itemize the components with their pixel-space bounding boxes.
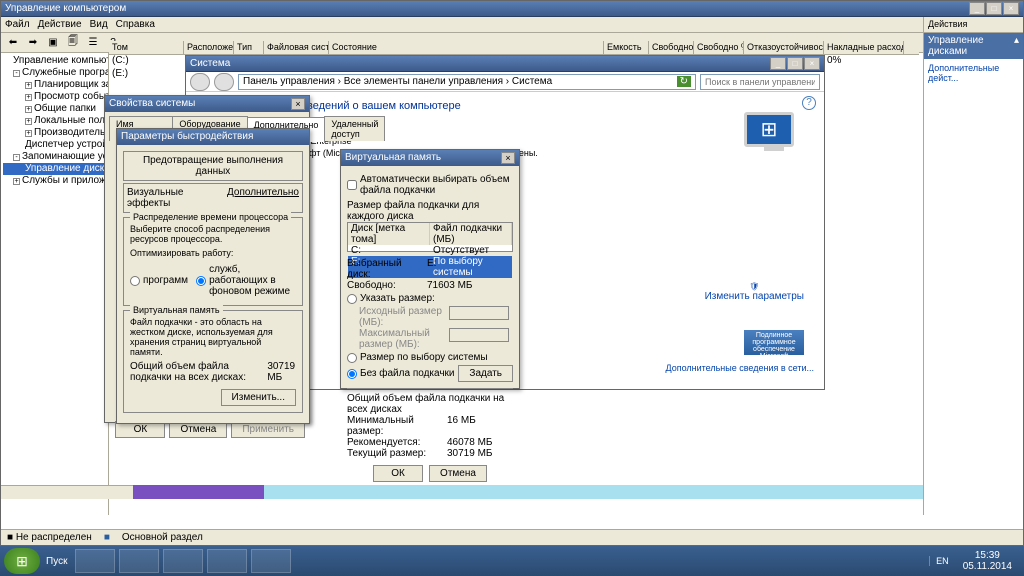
system-title: Система (190, 58, 230, 69)
language-indicator[interactable]: EN (929, 556, 955, 566)
radio-custom[interactable] (347, 294, 357, 304)
actions-header: Действия (924, 17, 1023, 33)
refresh-icon[interactable]: ↻ (677, 76, 691, 87)
maximize-button[interactable]: □ (986, 2, 1002, 15)
change-settings-link[interactable]: 🛡Изменить параметры (705, 282, 804, 302)
refresh-icon[interactable]: 🗐 (65, 35, 81, 51)
taskbar-item[interactable] (119, 549, 159, 573)
search-input[interactable] (700, 74, 820, 90)
vmem-close[interactable]: × (501, 152, 515, 164)
radio-nopage[interactable] (347, 369, 357, 379)
taskbar: ⊞ Пуск EN 15:3905.11.2014 (0, 546, 1024, 576)
main-title: Управление компьютером (5, 3, 126, 14)
sys-close[interactable]: × (804, 57, 820, 70)
tree-devmgr[interactable]: Диспетчер устройств (25, 139, 109, 150)
performance-options-dialog: Параметры быстродействия Предотвращение … (116, 128, 310, 424)
tree-scheduler[interactable]: Планировщик заданий (34, 79, 109, 90)
menu-file[interactable]: Файл (5, 19, 30, 30)
nav-forward-icon[interactable] (214, 73, 234, 91)
perfopts-titlebar: Параметры быстродействия (117, 129, 309, 145)
taskbar-item[interactable] (251, 549, 291, 573)
radio-services[interactable] (196, 276, 206, 286)
legend-primary: Основной раздел (122, 532, 203, 543)
taskbar-item[interactable] (207, 549, 247, 573)
actions-section[interactable]: Управление дисками▴ (924, 33, 1023, 59)
forward-icon[interactable]: ➡ (25, 35, 41, 51)
col-freepct[interactable]: Свободно % (694, 41, 744, 54)
tree-storage[interactable]: Запоминающие устройст (22, 151, 109, 162)
radio-system[interactable] (347, 353, 357, 363)
sysprops-titlebar: Свойства системы × (105, 96, 309, 112)
props-icon[interactable]: ☰ (85, 35, 101, 51)
nav-back-icon[interactable] (190, 73, 210, 91)
vmem-ok[interactable]: ОК (373, 465, 423, 482)
col-capacity[interactable]: Емкость (604, 41, 649, 54)
perfopts-tab-dep[interactable]: Предотвращение выполнения данных (143, 155, 283, 177)
tree-perf[interactable]: Производительность (34, 127, 109, 138)
sys-maximize[interactable]: □ (787, 57, 803, 70)
chevron-up-icon: ▴ (1014, 35, 1019, 57)
computer-icon: ⊞ (744, 112, 804, 162)
menu-action[interactable]: Действие (38, 19, 82, 30)
list-header: Том Расположение Тип Файловая система Со… (109, 41, 919, 55)
system-titlebar: Система _ □ × (186, 56, 824, 72)
perfopts-tab-advanced[interactable]: Дополнительно (227, 187, 299, 209)
change-vmem-button[interactable]: Изменить... (221, 389, 296, 406)
taskbar-item[interactable] (163, 549, 203, 573)
menu-help[interactable]: Справка (116, 19, 155, 30)
help-icon[interactable]: ? (802, 96, 816, 110)
col-fault[interactable]: Отказоустойчивость (744, 41, 824, 54)
legend-unalloc: Не распределен (16, 532, 92, 543)
main-titlebar: Управление компьютером _ □ × (1, 1, 1023, 17)
auto-checkbox[interactable] (347, 180, 357, 190)
tree-root[interactable]: Управление компьютером (лок (3, 55, 106, 67)
set-button[interactable]: Задать (458, 365, 513, 382)
tree-diskmgmt[interactable]: Управление дисками (25, 163, 109, 174)
start-button[interactable]: ⊞ (4, 548, 40, 574)
col-fs[interactable]: Файловая система (264, 41, 329, 54)
clock[interactable]: 15:3905.11.2014 (955, 550, 1020, 572)
menubar: Файл Действие Вид Справка (1, 17, 1023, 33)
breadcrumb[interactable]: Панель управления › Все элементы панели … (238, 74, 696, 90)
back-icon[interactable]: ⬅ (5, 35, 21, 51)
genuine-badge: Подлинное программное обеспечение Micros… (744, 330, 804, 355)
close-button[interactable]: × (1003, 2, 1019, 15)
drive-list[interactable]: Диск [метка тома]Файл подкачки (МБ) C:От… (347, 222, 513, 252)
col-type[interactable]: Тип (234, 41, 264, 54)
sysprops-close[interactable]: × (291, 98, 305, 110)
col-status[interactable]: Состояние (329, 41, 604, 54)
actions-panel: Действия Управление дисками▴ Дополнитель… (923, 17, 1023, 515)
col-free[interactable]: Свободно (649, 41, 694, 54)
start-label[interactable]: Пуск (46, 556, 67, 567)
more-actions-link[interactable]: Дополнительные дейст... (924, 59, 1023, 87)
virtual-memory-dialog: Виртуальная память × Автоматически выбир… (340, 149, 520, 389)
sys-minimize[interactable]: _ (770, 57, 786, 70)
col-layout[interactable]: Расположение (184, 41, 234, 54)
tree-shared[interactable]: Общие папки (34, 103, 96, 114)
max-size-input (449, 328, 509, 342)
menu-view[interactable]: Вид (90, 19, 108, 30)
up-icon[interactable]: ▣ (45, 35, 61, 51)
col-volume[interactable]: Том (109, 41, 184, 54)
statusbar: ■ Не распределен ■ Основной раздел (1, 529, 1023, 545)
seealso-link[interactable]: Дополнительные сведения в сети... (666, 363, 815, 373)
perfopts-tab-visual[interactable]: Визуальные эффекты (127, 187, 217, 209)
radio-programs[interactable] (130, 276, 140, 286)
tree-eventviewer[interactable]: Просмотр событий (34, 91, 109, 102)
initial-size-input (449, 306, 509, 320)
left-tree[interactable]: Управление компьютером (лок -Служебные п… (1, 53, 109, 515)
tab-remote[interactable]: Удаленный доступ (324, 116, 385, 141)
windows-logo-icon: ⊞ (761, 117, 778, 142)
tree-utilities[interactable]: Служебные программы (22, 67, 109, 78)
tree-users[interactable]: Локальные пользовате (34, 115, 109, 126)
minimize-button[interactable]: _ (969, 2, 985, 15)
col-overhead[interactable]: Накладные расходы (824, 41, 904, 54)
vmem-cancel[interactable]: Отмена (429, 465, 487, 482)
tree-services[interactable]: Службы и приложения (22, 175, 109, 186)
breadcrumb-bar: Панель управления › Все элементы панели … (186, 72, 824, 92)
taskbar-item[interactable] (75, 549, 115, 573)
vmem-titlebar: Виртуальная память × (341, 150, 519, 166)
